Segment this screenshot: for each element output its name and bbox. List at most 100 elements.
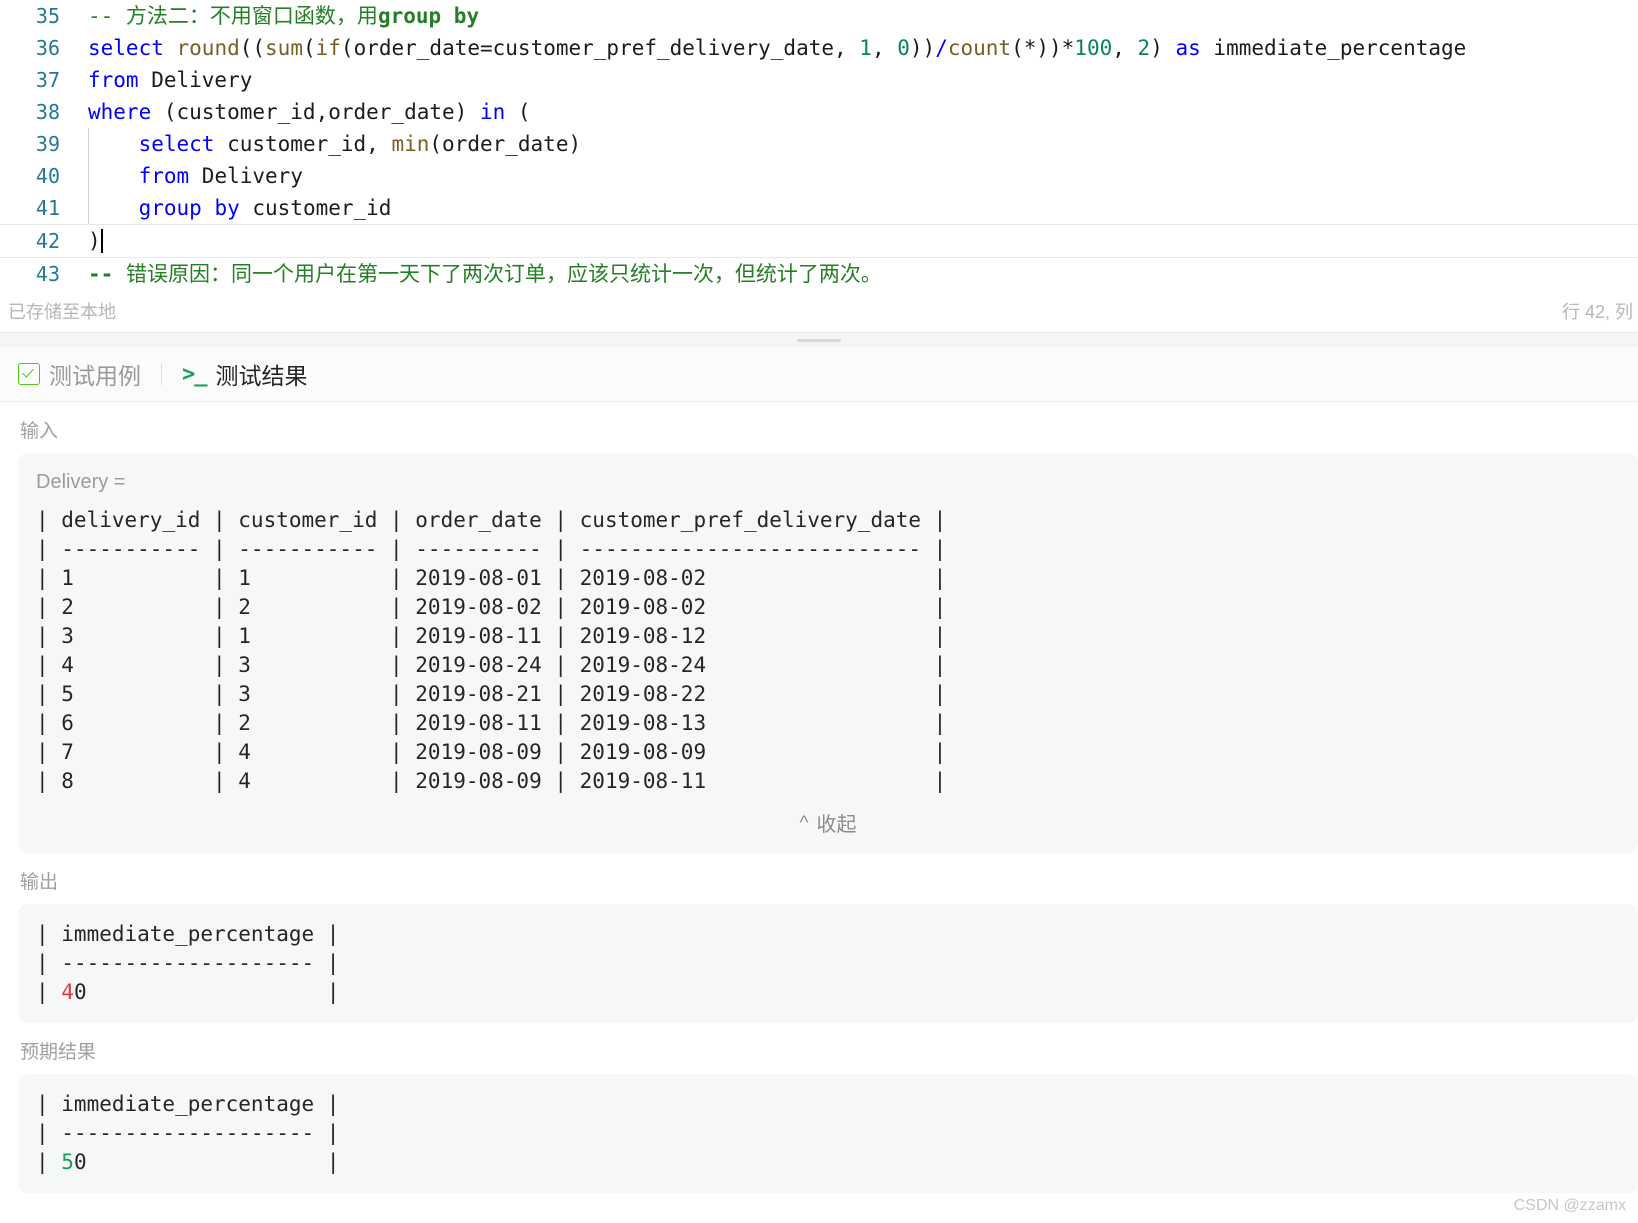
tab-test-cases[interactable]: 测试用例 — [10, 357, 149, 391]
input-panel: Delivery = | delivery_id | customer_id |… — [18, 453, 1638, 853]
editor-status-bar: 已存储至本地 行 42, 列 2 — [0, 290, 1638, 332]
output-value-suffix: | — [86, 980, 340, 1004]
code-line-38[interactable]: 38 where (customer_id,order_date) in ( — [0, 96, 1638, 128]
panel-splitter-handle[interactable] — [0, 332, 1638, 347]
tab-label: 测试结果 — [215, 363, 308, 389]
code-token-comment-bold: group by — [377, 4, 480, 28]
expected-panel: | immediate_percentage | | -------------… — [18, 1074, 1638, 1193]
input-variable-caption: Delivery = — [36, 471, 126, 493]
output-header-line: | immediate_percentage | — [36, 922, 340, 946]
code-token-function: sum — [265, 36, 303, 60]
indent-guide — [88, 160, 89, 192]
checkbox-icon — [18, 363, 40, 385]
code-line-37[interactable]: 37 from Delivery — [0, 64, 1638, 96]
expected-value-line: | 50 | — [18, 1148, 1638, 1177]
line-number: 41 — [35, 196, 60, 220]
code-token-keyword: as — [1175, 36, 1201, 60]
code-editor[interactable]: 35 -- 方法二：不用窗口函数，用group by 36 select rou… — [0, 0, 1638, 290]
expected-header-line: | immediate_percentage | — [36, 1092, 340, 1116]
expected-value-rest: 0 — [73, 1150, 87, 1174]
code-token-punct: ( — [302, 36, 316, 60]
code-line-36[interactable]: 36 select round((sum(if(order_date=custo… — [0, 32, 1638, 64]
code-content: -- 方法二：不用窗口函数，用group by — [74, 0, 1638, 32]
code-token-comment: 错误原因：同一个用户在第一天下了两次订单，应该只统计一次，但统计了两次。 — [113, 262, 882, 286]
code-content: ) — [74, 225, 1638, 257]
code-token-punct: , — [1112, 36, 1138, 60]
code-token-args: (order_date=customer_pref_delivery_date, — [340, 36, 860, 60]
indent-guide — [88, 192, 89, 224]
input-table-text: | delivery_id | customer_id | order_date… — [36, 508, 947, 793]
expected-value-diff-digit: 5 — [61, 1150, 74, 1174]
line-number: 37 — [35, 68, 60, 92]
code-token-function: if — [315, 36, 341, 60]
code-token-function: count — [947, 36, 1012, 60]
input-section-label: 输入 — [20, 421, 59, 442]
code-content: from Delivery — [74, 64, 1638, 96]
code-content: -- 错误原因：同一个用户在第一天下了两次订单，应该只统计一次，但统计了两次。 — [74, 258, 1638, 290]
code-content: group by customer_id — [74, 192, 1638, 224]
code-token-identifier: Delivery — [189, 164, 303, 188]
code-content: where (customer_id,order_date) in ( — [74, 96, 1638, 128]
text-caret — [100, 229, 103, 253]
code-token-function: min — [391, 132, 430, 156]
code-line-41[interactable]: 41 group by customer_id — [0, 192, 1638, 224]
code-token-function: round — [176, 36, 240, 60]
code-token-args: (order_date) — [429, 132, 582, 156]
tab-label: 测试用例 — [49, 363, 141, 389]
code-token-keyword: select — [88, 36, 177, 60]
collapse-label: 收起 — [816, 814, 857, 836]
expected-divider-line: | -------------------- | — [36, 1121, 340, 1145]
output-section-label: 输出 — [20, 872, 59, 893]
code-token-keyword: from — [138, 164, 190, 188]
code-token-identifier: customer_id, — [214, 132, 392, 156]
code-token-number: 2 — [1137, 36, 1151, 60]
code-line-42-active[interactable]: 42 ) — [0, 224, 1638, 258]
code-token-comment: -- 方法二：不用窗口函数，用 — [88, 4, 378, 28]
line-number: 36 — [35, 36, 60, 60]
code-token-keyword: group — [138, 196, 202, 220]
code-token-keyword: by — [201, 196, 240, 220]
line-number: 35 — [35, 4, 60, 28]
output-panel: | immediate_percentage | | -------------… — [18, 904, 1638, 1023]
code-token-operator: / — [935, 36, 948, 60]
code-content: select round((sum(if(order_date=customer… — [74, 32, 1638, 64]
code-token-keyword: select — [138, 132, 215, 156]
code-token-identifier: Delivery — [138, 68, 253, 92]
terminal-icon: >_ — [182, 361, 207, 387]
expected-value-suffix: | — [86, 1150, 340, 1174]
code-token-punct: ) — [88, 229, 101, 253]
code-token-identifier: immediate_percentage — [1200, 36, 1467, 60]
output-value-line: | 40 | — [18, 978, 1638, 1007]
results-tabbar: 测试用例 >_ 测试结果 — [0, 347, 1638, 402]
code-content: from Delivery — [74, 160, 1638, 192]
line-number: 38 — [35, 100, 60, 124]
code-token-punct: (( — [239, 36, 266, 60]
tab-test-results[interactable]: >_ 测试结果 — [174, 357, 316, 391]
output-value-rest: 0 — [73, 980, 87, 1004]
code-line-40[interactable]: 40 from Delivery — [0, 160, 1638, 192]
code-line-39[interactable]: 39 select customer_id, min(order_date) — [0, 128, 1638, 160]
code-token-number: 0 — [897, 36, 910, 60]
code-token-identifier: customer_id — [239, 196, 392, 220]
code-token-punct: , — [871, 36, 898, 60]
code-token-comment-dashes: -- — [88, 262, 114, 286]
code-token-keyword: in — [479, 100, 506, 124]
code-token-keyword: from — [88, 68, 139, 92]
tab-divider — [161, 363, 162, 385]
expected-value-prefix: | — [36, 1150, 62, 1174]
code-token-punct: )) — [909, 36, 936, 60]
line-number: 42 — [35, 229, 60, 253]
line-number: 43 — [35, 262, 60, 286]
code-line-43[interactable]: 43 -- 错误原因：同一个用户在第一天下了两次订单，应该只统计一次，但统计了两… — [0, 258, 1638, 290]
code-line-35[interactable]: 35 -- 方法二：不用窗口函数，用group by — [0, 0, 1638, 32]
output-value-diff-digit: 4 — [61, 980, 74, 1004]
collapse-button[interactable]: ^ 收起 — [18, 796, 1638, 843]
line-number: 39 — [35, 132, 60, 156]
code-token-args: (customer_id,order_date) — [151, 100, 480, 124]
expected-section-label: 预期结果 — [20, 1042, 97, 1063]
output-value-prefix: | — [36, 980, 62, 1004]
code-token-punct: ( — [505, 100, 531, 124]
